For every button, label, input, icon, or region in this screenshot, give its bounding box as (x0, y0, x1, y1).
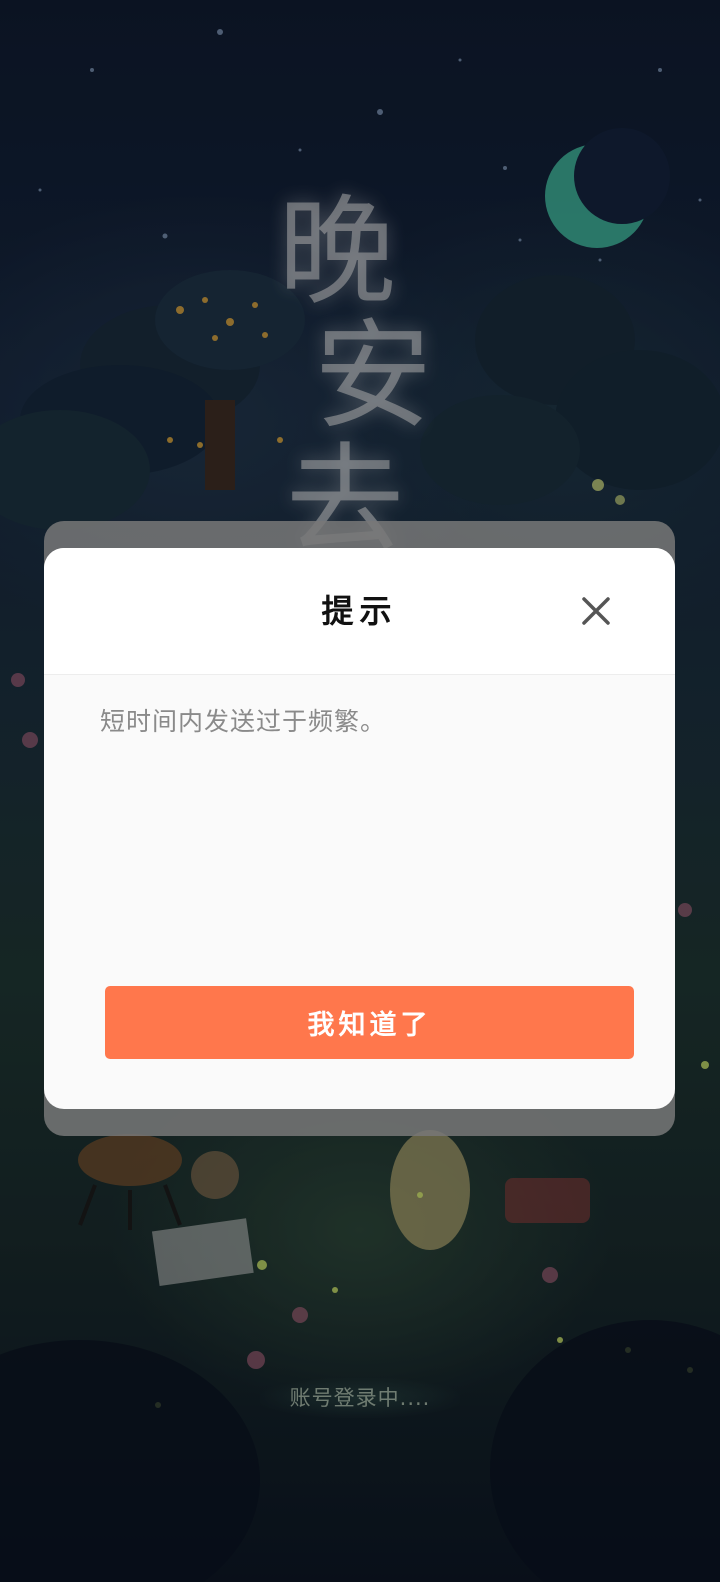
dialog-message: 短时间内发送过于频繁。 (100, 707, 387, 736)
close-icon (582, 597, 610, 625)
dialog-header: 提示 (44, 548, 675, 675)
alert-dialog: 提示 短时间内发送过于频繁。 我知道了 (44, 548, 675, 1109)
confirm-button[interactable]: 我知道了 (105, 986, 634, 1059)
close-button[interactable] (576, 591, 616, 631)
